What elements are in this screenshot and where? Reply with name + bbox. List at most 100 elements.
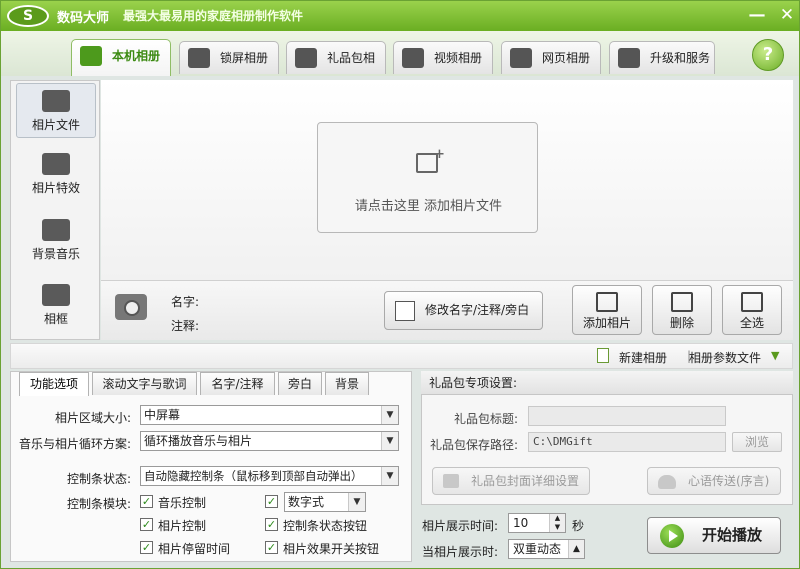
plus-icon: + — [434, 147, 445, 162]
grid-icon — [741, 292, 763, 312]
note-label: 注释: — [171, 319, 200, 333]
photo-effect-toggle-checkbox[interactable]: ✓ — [265, 541, 278, 554]
gift-title-label: 礼品包标题: — [454, 412, 519, 426]
tab-video-album[interactable]: 视频相册 — [393, 41, 493, 74]
loop-scheme-label: 音乐与相片循环方案: — [19, 437, 132, 451]
sidebar-item-photo-frame[interactable]: 相框 — [16, 278, 96, 333]
music-control-checkbox[interactable]: ✓ — [140, 495, 153, 508]
camera-icon — [42, 90, 70, 112]
tab-label: 网页相册 — [542, 51, 591, 65]
gift-path-label: 礼品包保存路径: — [430, 438, 519, 452]
tab-gift-album[interactable]: 礼品包相册 — [286, 41, 386, 97]
sidebar: 相片文件 相片特效 背景音乐 相框 — [10, 80, 100, 340]
tab-label: 升级和服务 — [650, 51, 711, 65]
area-size-label: 相片区域大小: — [55, 411, 132, 425]
sidebar-item-label: 相片特效 — [31, 181, 80, 195]
add-photo-label: 添加相片 — [582, 316, 631, 330]
number-style-select[interactable]: 数字式 ▼ — [284, 492, 366, 512]
edit-button-label: 修改名字/注释/旁白 — [425, 303, 530, 317]
add-image-icon — [596, 292, 618, 312]
add-photo-dropzone[interactable]: + 请点击这里 添加相片文件 — [317, 122, 538, 233]
start-play-button[interactable]: 开始播放 — [647, 517, 781, 554]
title-bar: S 数码大师 最强大最易用的家庭相册制作软件 — ✕ — [1, 1, 799, 31]
new-album-link[interactable]: 新建相册 — [619, 349, 667, 366]
gift-cover-label: 礼品包封面详细设置 — [471, 474, 580, 488]
control-bar-module-label: 控制条模块: — [67, 497, 132, 511]
app-window: S 数码大师 最强大最易用的家庭相册制作软件 — ✕ 本机相册 锁屏相册 礼品包… — [0, 0, 800, 569]
gift-cover-settings-button[interactable]: 礼品包封面详细设置 — [432, 467, 590, 495]
frame-icon — [42, 284, 70, 306]
help-button[interactable]: ? — [752, 39, 784, 71]
chevron-down-icon[interactable]: ▼ — [771, 349, 779, 362]
gift-icon — [295, 48, 317, 68]
tab-scroll-text-lyrics[interactable]: 滚动文字与歌词 — [92, 372, 197, 395]
number-style-checkbox[interactable]: ✓ — [265, 495, 278, 508]
edit-name-note-narration-button[interactable]: 修改名字/注释/旁白 — [384, 291, 543, 330]
control-bar-state-value: 自动隐藏控制条（鼠标移到顶部自动弹出） — [144, 469, 363, 483]
browse-button[interactable]: 浏览 — [732, 432, 782, 452]
gift-title-input[interactable] — [528, 406, 726, 426]
sidebar-item-photo-effects[interactable]: 相片特效 — [16, 147, 96, 202]
control-bar-state-button-label: 控制条状态按钮 — [283, 519, 368, 533]
tab-background[interactable]: 背景 — [325, 372, 369, 395]
sidebar-item-label: 相框 — [43, 312, 68, 326]
photo-control-checkbox[interactable]: ✓ — [140, 518, 153, 531]
person-icon — [80, 46, 102, 66]
app-title: 数码大师 — [57, 11, 110, 26]
dropzone-text: 请点击这里 添加相片文件 — [354, 199, 503, 214]
chevron-down-icon: ▼ — [381, 406, 398, 424]
sidebar-item-label: 背景音乐 — [31, 247, 80, 261]
secondary-toolbar: 新建相册 | 相册参数文件 ▼ — [10, 343, 793, 369]
when-displayed-select[interactable]: 双重动态 ▲ — [508, 539, 585, 559]
tab-local-album[interactable]: 本机相册 — [71, 39, 171, 76]
tab-label: 锁屏相册 — [220, 51, 269, 65]
tab-name-note[interactable]: 名字/注释 — [200, 372, 275, 395]
display-time-label: 相片展示时间: — [422, 519, 499, 533]
sidebar-item-photo-files[interactable]: 相片文件 — [16, 83, 96, 138]
tab-function-options[interactable]: 功能选项 — [19, 372, 89, 396]
when-displayed-label: 当相片展示时: — [422, 545, 499, 559]
sidebar-item-label: 相片文件 — [31, 118, 80, 132]
message-preface-label: 心语传送(序言) — [688, 474, 770, 488]
music-control-label: 音乐控制 — [158, 496, 207, 510]
gift-settings-header: 礼品包专项设置: — [421, 371, 793, 395]
photo-effect-toggle-label: 相片效果开关按钮 — [283, 542, 380, 556]
chevron-up-icon: ▲ — [568, 540, 584, 558]
spin-arrows-icon[interactable]: ▲ ▼ — [549, 514, 565, 532]
tab-lockscreen-album[interactable]: 锁屏相册 — [179, 41, 279, 74]
edit-checkbox-icon — [395, 301, 415, 321]
app-subtitle: 最强大最易用的家庭相册制作软件 — [123, 9, 304, 23]
name-label: 名字: — [171, 295, 200, 309]
area-size-select[interactable]: 中屏幕 ▼ — [140, 405, 399, 425]
display-time-stepper[interactable]: 10 ▲ ▼ — [508, 513, 566, 533]
ie-icon — [510, 48, 532, 68]
minimize-button[interactable]: — — [745, 4, 769, 26]
loop-scheme-select[interactable]: 循环播放音乐与相片 ▼ — [140, 431, 399, 451]
tab-upgrade-service[interactable]: 升级和服务 — [609, 41, 715, 74]
tab-label: 视频相册 — [434, 51, 483, 65]
seconds-unit: 秒 — [572, 519, 585, 533]
effects-icon — [42, 153, 70, 175]
play-icon — [660, 524, 684, 548]
delete-button[interactable]: 删除 — [652, 285, 712, 335]
sidebar-item-background-music[interactable]: 背景音乐 — [16, 213, 96, 268]
tab-web-album[interactable]: 网页相册 — [501, 41, 601, 74]
chevron-down-icon: ▼ — [381, 467, 398, 485]
tab-narration[interactable]: 旁白 — [278, 372, 322, 395]
message-preface-button[interactable]: 心语传送(序言) — [647, 467, 781, 495]
photo-stay-time-label: 相片停留时间 — [158, 542, 231, 556]
tab-label: 本机相册 — [112, 49, 161, 63]
photo-stay-time-checkbox[interactable]: ✓ — [140, 541, 153, 554]
gift-path-input[interactable]: C:\DMGift — [528, 432, 726, 452]
heart-icon — [658, 475, 676, 489]
control-bar-state-button-checkbox[interactable]: ✓ — [265, 518, 278, 531]
album-params-link[interactable]: 相册参数文件 — [689, 349, 761, 366]
film-icon — [402, 48, 424, 68]
chevron-down-icon: ▼ — [348, 493, 365, 511]
display-time-value: 10 — [513, 516, 529, 530]
select-all-button[interactable]: 全选 — [722, 285, 782, 335]
control-bar-state-select[interactable]: 自动隐藏控制条（鼠标移到顶部自动弹出） ▼ — [140, 466, 399, 486]
close-button[interactable]: ✕ — [775, 4, 799, 26]
add-photo-button[interactable]: 添加相片 — [572, 285, 642, 335]
photo-control-label: 相片控制 — [158, 519, 207, 533]
